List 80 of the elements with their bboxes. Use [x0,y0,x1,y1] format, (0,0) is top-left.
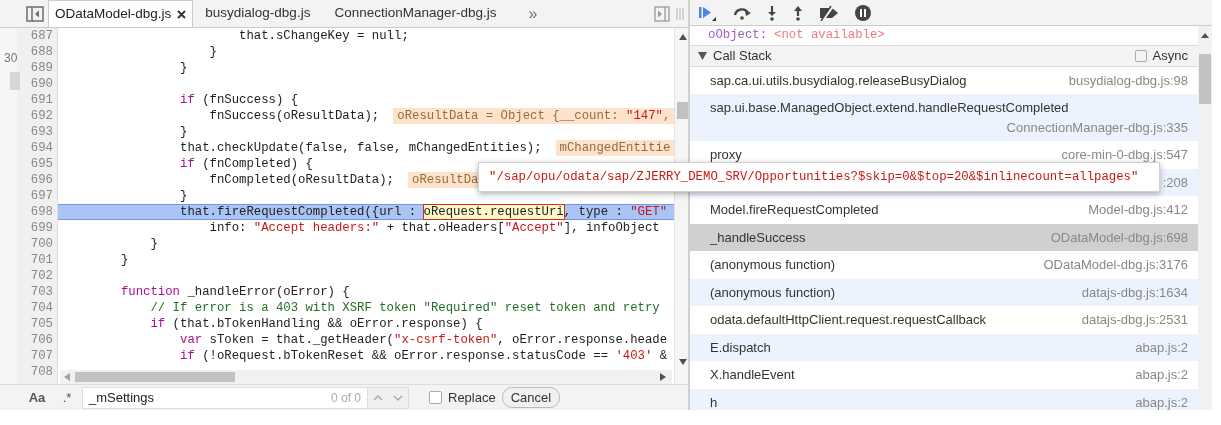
call-frame[interactable]: (anonymous function) datajs-dbg.js:1634 [690,278,1198,307]
line-number: 699 [29,220,53,236]
search-field[interactable]: _mSettings 0 of 0 [82,386,368,409]
line-number: 704 [29,300,53,316]
code-line: if (that.bTokenHandling && oError.response) { [150,316,483,332]
call-frame[interactable]: E.dispatch abap.js:2 [690,333,1198,362]
async-label[interactable]: Async [1152,46,1188,66]
line-number: 697 [29,188,53,204]
line-number: 688 [29,44,53,60]
scroll-right-icon[interactable] [660,373,666,381]
async-checkbox[interactable] [1134,50,1147,63]
close-icon[interactable] [177,9,187,19]
code-line: function _handleError(oError) { [120,284,350,300]
step-out-icon[interactable] [792,4,804,21]
scroll-up-icon[interactable] [679,34,688,40]
scrollbar-thumb[interactable] [677,102,688,119]
call-frame[interactable]: sap.ui.base.ManagedObject.extend.handleRequestCompleted ConnectionManager-dbg.js:335 [690,94,1198,142]
call-frame[interactable]: h abap.js:2 [690,388,1198,410]
code-line: fnCompleted(oResultData); [209,172,394,188]
panel-strip [10,72,20,90]
line-number: 690 [29,76,53,92]
line-number: 30 [4,50,18,67]
code-line: } [209,44,217,60]
regex-button[interactable]: .* [54,387,80,408]
code-line: } [180,188,188,204]
line-number: 701 [29,252,53,268]
file-tab[interactable]: ODataModel-dbg.js [48,0,194,27]
inline-value: mChangedEntitie [555,140,675,156]
line-number: 698 [29,204,53,220]
tooltip-text: "/sap/opu/odata/sap/ZJERRY_DEMO_SRV/Opportunities?$skip=0&$top=20&$inlinecount=allpages" [489,168,1139,186]
line-number: 694 [29,140,53,156]
replace-label[interactable]: Replace [448,387,496,408]
code-line: if (!oRequest.bTokenReset && oError.response.statusCode == '403' & [180,348,668,364]
replace-checkbox[interactable] [429,391,442,404]
sidebar-toggle-icon[interactable] [26,5,44,22]
match-case-button[interactable]: Aa [20,387,54,408]
more-tabs-button[interactable]: » [528,0,538,27]
code-line: // If error is a 403 with XSRF token "Required" reset token and retry [150,300,660,316]
line-number: 708 [29,364,53,380]
scope-variable: oObject: <not available> [708,27,885,44]
deactivate-breakpoints-icon[interactable] [818,4,840,21]
scrollbar-thumb[interactable] [75,372,235,382]
code-line: that.fireRequestCompleted({url : oRequest.requestUri, type : "GET" [180,204,668,220]
line-number: 691 [29,92,53,108]
code-line: var sToken = that._getHeader("x-csrf-token", oError.response.heade [180,332,668,348]
line-number: 689 [29,60,53,76]
cancel-button[interactable]: Cancel [501,387,561,408]
line-number: 703 [29,284,53,300]
code-line: } [180,60,188,76]
code-line: info: "Accept headers:" + that.oHeaders["Accept"], infoObject [209,220,660,236]
line-number: 687 [29,28,53,44]
line-number: 696 [29,172,53,188]
line-number: 700 [29,236,53,252]
line-number: 693 [29,124,53,140]
scroll-down-icon[interactable] [679,359,688,365]
code-line: that.sChangeKey = null; [239,28,409,44]
code-line: that.checkUpdate(false, false, mChangedEntities); [180,140,542,156]
code-line: fnSuccess(oResultData); [209,108,380,124]
code-line: } [120,252,129,268]
section-title[interactable]: Call Stack [713,46,772,66]
line-number: 706 [29,332,53,348]
code-line: if (fnCompleted) { [180,156,313,172]
code-line: } [180,124,188,140]
inline-value: oResultData = Object {__count: "147", [393,108,675,124]
call-frame[interactable]: _handleSuccess ODataModel-dbg.js:698 [690,223,1198,252]
file-tab[interactable]: busydialog-dbg.js [193,0,323,27]
file-tab[interactable]: ConnectionManager-dbg.js [322,0,509,27]
line-number: 692 [29,108,53,124]
line-number: 702 [29,268,53,284]
step-into-icon[interactable] [766,4,778,21]
scrollbar-thumb[interactable] [1199,54,1211,104]
line-number: 707 [29,348,53,364]
collapse-triangle-icon[interactable] [698,52,707,61]
line-number: 705 [29,316,53,332]
line-number: 695 [29,156,53,172]
code-line: } [150,236,158,252]
panel-toggle-icon[interactable] [654,5,670,22]
pause-icon[interactable] [854,3,872,22]
scroll-up-icon[interactable] [1201,33,1209,38]
code-line: if (fnSuccess) { [180,92,299,108]
